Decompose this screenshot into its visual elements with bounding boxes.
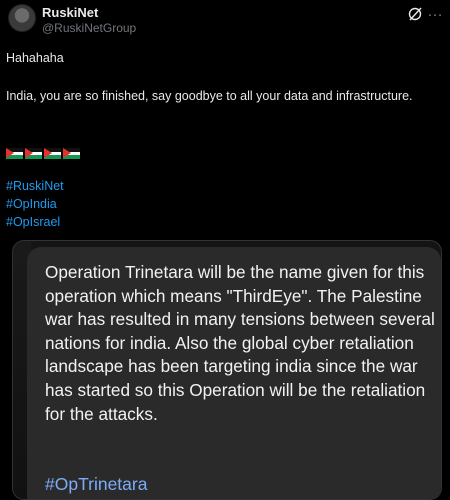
palestine-flag-icon: [25, 148, 42, 159]
grok-icon[interactable]: [407, 6, 423, 22]
post-text-line1: Hahahaha: [6, 51, 64, 65]
palestine-flag-icon: [6, 148, 23, 159]
media-image[interactable]: Operation Trinetara will be the name giv…: [12, 240, 442, 500]
author-handle[interactable]: @RuskiNetGroup: [42, 21, 136, 35]
palestine-flag-icon: [63, 148, 80, 159]
hashtag-link[interactable]: #OpIndia: [6, 197, 57, 211]
screenshot-panel: Operation Trinetara will be the name giv…: [27, 247, 441, 499]
hashtag-link[interactable]: #RuskiNet: [6, 179, 64, 193]
avatar[interactable]: [8, 4, 36, 32]
post: RuskiNet @RuskiNetGroup … Hahahaha India…: [0, 0, 450, 500]
hashtag-link[interactable]: #OpIsrael: [6, 215, 60, 229]
panel-text: Operation Trinetara will be the name giv…: [45, 262, 435, 424]
flags-row: [6, 148, 80, 159]
palestine-flag-icon: [44, 148, 61, 159]
panel-hashtag: #OpTrinetara: [45, 474, 148, 494]
author-name[interactable]: RuskiNet: [42, 5, 98, 20]
post-text-line2: India, you are so finished, say goodbye …: [6, 89, 413, 103]
more-icon[interactable]: …: [427, 4, 443, 22]
